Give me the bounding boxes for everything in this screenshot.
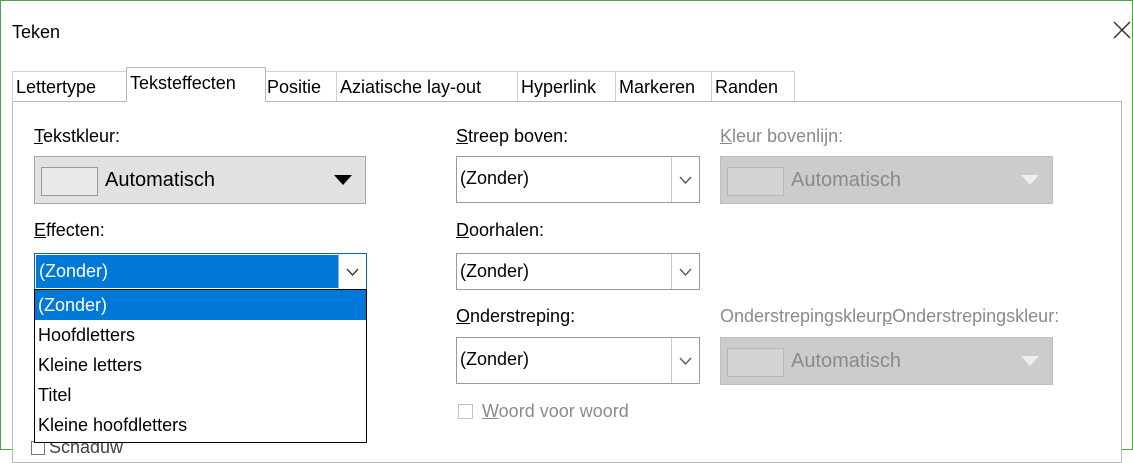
tab-lettertype[interactable]: Lettertype: [12, 71, 128, 101]
underline-value: (Zonder): [460, 349, 530, 369]
effects-combobox[interactable]: (Zonder): [34, 253, 367, 290]
chevron-down-icon: [679, 176, 692, 184]
overline-value: (Zonder): [460, 168, 530, 188]
effects-dropdown-list[interactable]: (Zonder) Hoofdletters Kleine letters Tit…: [34, 289, 367, 443]
underline-color-label: OnderstrepingskleurpOnderstrepingskleur:: [720, 306, 1060, 326]
chevron-down-icon: [679, 357, 692, 365]
tab-markeren[interactable]: Markeren: [615, 71, 714, 101]
dialog-title: Teken: [12, 22, 61, 42]
font-color-value: Automatisch: [105, 169, 216, 191]
underline-dropdown-button[interactable]: [671, 338, 699, 383]
overline-color-value: Automatisch: [791, 169, 902, 191]
underline-combobox[interactable]: (Zonder): [456, 337, 700, 384]
tab-positie[interactable]: Positie: [263, 71, 339, 101]
close-icon[interactable]: [1110, 18, 1133, 42]
strikethrough-label: Doorhalen:: [456, 220, 545, 240]
dropdown-arrow-icon: [334, 175, 352, 185]
dropdown-arrow-icon: [1021, 175, 1039, 185]
font-color-label: Tekstkleur:: [34, 126, 121, 146]
overline-color-button[interactable]: Automatisch: [720, 156, 1053, 204]
chevron-down-icon: [346, 268, 359, 276]
overline-combobox[interactable]: (Zonder): [456, 156, 700, 203]
overline-color-label: Kleur bovenlijn:: [720, 126, 844, 146]
tab-hyperlink[interactable]: Hyperlink: [517, 71, 618, 101]
effects-label: Effecten:: [34, 220, 105, 240]
tab-aziatische-layout[interactable]: Aziatische lay-out: [336, 71, 521, 101]
dropdown-arrow-icon: [1021, 356, 1039, 366]
underline-color-value: Automatisch: [791, 350, 902, 372]
strikethrough-value: (Zonder): [460, 261, 530, 281]
tab-randen[interactable]: Randen: [711, 71, 795, 101]
underline-color-button[interactable]: Automatisch: [720, 337, 1053, 385]
font-color-button[interactable]: Automatisch: [34, 156, 366, 204]
effects-dropdown-button[interactable]: [338, 254, 366, 289]
list-item[interactable]: Kleine letters: [35, 350, 366, 380]
dialog-window: Teken Lettertype Teksteffecten Positie A…: [0, 0, 1133, 463]
underline-label: Onderstreping:: [456, 306, 576, 326]
word-by-word-checkbox[interactable]: [458, 404, 473, 419]
list-item[interactable]: Hoofdletters: [35, 320, 366, 350]
effects-value: (Zonder): [36, 255, 338, 288]
overline-label: Streep boven:: [456, 126, 569, 146]
tab-strip: Lettertype Teksteffecten Positie Aziatis…: [12, 67, 1122, 102]
overline-dropdown-button[interactable]: [671, 157, 699, 202]
color-swatch: [727, 348, 784, 377]
strikethrough-dropdown-button[interactable]: [671, 254, 699, 289]
strikethrough-combobox[interactable]: (Zonder): [456, 253, 700, 290]
list-item[interactable]: Titel: [35, 380, 366, 410]
list-item[interactable]: (Zonder): [35, 290, 366, 320]
list-item[interactable]: Kleine hoofdletters: [35, 410, 366, 440]
word-by-word-label: Woord voor woord: [482, 401, 629, 421]
color-swatch: [727, 167, 784, 196]
shadow-checkbox[interactable]: [31, 441, 45, 456]
color-swatch: [41, 167, 98, 196]
chevron-down-icon: [679, 268, 692, 276]
tab-teksteffecten[interactable]: Teksteffecten: [126, 67, 266, 102]
